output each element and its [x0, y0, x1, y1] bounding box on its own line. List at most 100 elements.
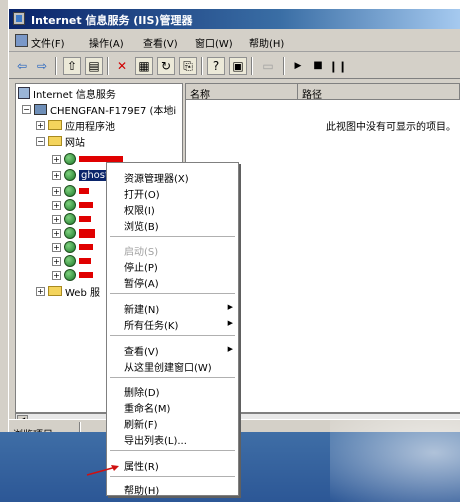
menu-action[interactable]: 操作(A) — [89, 35, 124, 50]
tree-site-3[interactable]: + — [52, 184, 89, 198]
globe-icon — [64, 199, 76, 211]
menu-help-item[interactable]: 帮助(H) — [124, 482, 159, 497]
desktop-highlight — [330, 420, 460, 502]
tree-websites-label: 网站 — [65, 137, 85, 149]
expand-icon[interactable]: + — [52, 170, 61, 180]
submenu-arrow-icon: ▶ — [227, 345, 233, 353]
tree-app-pools[interactable]: + 应用程序池 — [36, 118, 115, 133]
globe-icon — [64, 153, 76, 165]
menu-stop[interactable]: 停止(P) — [124, 259, 158, 274]
console-icon[interactable]: ▣ — [229, 57, 247, 75]
column-path[interactable]: 路径 — [298, 84, 460, 101]
menu-separator — [110, 335, 235, 336]
globe-icon — [64, 255, 76, 267]
menu-browse[interactable]: 浏览(B) — [124, 218, 159, 233]
annotation-arrow-icon — [86, 465, 119, 476]
collapse-icon[interactable]: − — [22, 104, 31, 114]
tree-site-7[interactable]: + — [52, 240, 93, 254]
collapse-icon[interactable]: − — [36, 136, 45, 146]
iis-icon — [18, 87, 30, 99]
globe-icon — [64, 185, 76, 197]
tree-server-label: CHENGFAN-F179E7 (本地i — [50, 105, 177, 117]
folder-icon — [48, 136, 62, 146]
tree-root-label: Internet 信息服务 — [33, 89, 116, 101]
play-icon[interactable]: ▶ — [289, 57, 307, 75]
menu-all-tasks-label: 所有任务(K) — [124, 321, 179, 332]
up-folder-icon[interactable]: ⇧ — [63, 57, 81, 75]
toolbar: ⇦ ⇨ ⇧ ▤ ✕ ▦ ↻ ⎘ ? ▣ ▭ ▶ ■ ❙❙ — [9, 53, 460, 79]
computer-icon[interactable]: ▭ — [259, 57, 277, 75]
menu-delete[interactable]: 删除(D) — [124, 384, 160, 399]
globe-icon — [64, 269, 76, 281]
menu-all-tasks[interactable]: 所有任务(K) ▶ — [124, 317, 239, 332]
column-name[interactable]: 名称 — [186, 84, 298, 101]
menu-new-window-from-here[interactable]: 从这里创建窗口(W) — [124, 359, 212, 374]
redacted-site-name — [79, 272, 93, 278]
menu-bar: 文件(F) 操作(A) 查看(V) 窗口(W) 帮助(H) — [9, 30, 460, 52]
menu-explore[interactable]: 资源管理器(X) — [124, 170, 189, 185]
menu-separator — [110, 377, 235, 378]
properties-icon[interactable]: ▦ — [135, 57, 153, 75]
tree-site-6[interactable]: + — [52, 226, 95, 240]
toolbar-separator — [201, 57, 203, 75]
tree-server[interactable]: − CHENGFAN-F179E7 (本地i — [22, 102, 177, 117]
export-icon[interactable]: ⎘ — [179, 57, 197, 75]
expand-icon[interactable]: + — [36, 120, 45, 130]
context-menu: 资源管理器(X) 打开(O) 权限(I) 浏览(B) 启动(S) 停止(P) 暂… — [106, 162, 239, 497]
expand-icon[interactable]: + — [52, 154, 61, 164]
refresh-icon[interactable]: ↻ — [157, 57, 175, 75]
expand-icon[interactable]: + — [52, 242, 61, 252]
expand-icon[interactable]: + — [52, 228, 61, 238]
redacted-site-name — [79, 188, 89, 194]
expand-icon[interactable]: + — [52, 214, 61, 224]
menu-window[interactable]: 窗口(W) — [195, 35, 233, 50]
tree-websites[interactable]: − 网站 — [36, 134, 85, 149]
menu-rename[interactable]: 重命名(M) — [124, 400, 170, 415]
submenu-arrow-icon: ▶ — [227, 319, 233, 327]
menu-new-label: 新建(N) — [124, 305, 160, 316]
tree-site-9[interactable]: + — [52, 268, 93, 282]
forward-icon[interactable]: ⇨ — [33, 57, 51, 75]
desktop-left-edge — [0, 0, 8, 502]
help-icon[interactable]: ? — [207, 57, 225, 75]
menu-file[interactable]: 文件(F) — [31, 35, 65, 50]
menu-separator — [110, 236, 235, 237]
menu-view[interactable]: 查看(V) — [143, 35, 178, 50]
toolbar-separator — [283, 57, 285, 75]
console-menu-icon[interactable] — [15, 34, 28, 47]
globe-icon — [64, 227, 76, 239]
expand-icon[interactable]: + — [52, 200, 61, 210]
menu-refresh[interactable]: 刷新(F) — [124, 416, 158, 431]
expand-icon[interactable]: + — [52, 256, 61, 266]
stop-icon[interactable]: ■ — [309, 57, 327, 75]
back-icon[interactable]: ⇦ — [13, 57, 31, 75]
menu-open[interactable]: 打开(O) — [124, 186, 160, 201]
tree-site-4[interactable]: + — [52, 198, 93, 212]
menu-view-sub[interactable]: 查看(V) ▶ — [124, 343, 239, 358]
folder-icon — [48, 120, 62, 130]
tree-root[interactable]: Internet 信息服务 — [18, 86, 116, 101]
menu-new[interactable]: 新建(N) ▶ — [124, 301, 239, 316]
tree-site-8[interactable]: + — [52, 254, 91, 268]
tree-web-ext[interactable]: + Web 服 — [36, 284, 100, 299]
menu-export-list[interactable]: 导出列表(L)... — [124, 432, 187, 447]
redacted-site-name — [79, 228, 95, 238]
delete-icon[interactable]: ✕ — [113, 57, 131, 75]
show-tree-icon[interactable]: ▤ — [85, 57, 103, 75]
menu-help[interactable]: 帮助(H) — [249, 35, 284, 50]
menu-pause[interactable]: 暂停(A) — [124, 275, 159, 290]
menu-permissions[interactable]: 权限(I) — [124, 202, 155, 217]
expand-icon[interactable]: + — [52, 186, 61, 196]
menu-properties[interactable]: 属性(R) — [124, 458, 159, 473]
menu-separator — [110, 450, 235, 451]
empty-view-message: 此视图中没有可显示的项目。 — [326, 122, 456, 133]
pause-icon[interactable]: ❙❙ — [329, 57, 347, 75]
expand-icon[interactable]: + — [52, 270, 61, 280]
tree-site-5[interactable]: + — [52, 212, 91, 226]
toolbar-separator — [55, 57, 57, 75]
menu-start[interactable]: 启动(S) — [124, 243, 158, 258]
title-bar[interactable]: Internet 信息服务 (IIS)管理器 — [9, 9, 460, 29]
expand-icon[interactable]: + — [36, 286, 45, 296]
redacted-site-name — [79, 244, 93, 250]
tree-web-ext-label: Web 服 — [65, 287, 100, 299]
